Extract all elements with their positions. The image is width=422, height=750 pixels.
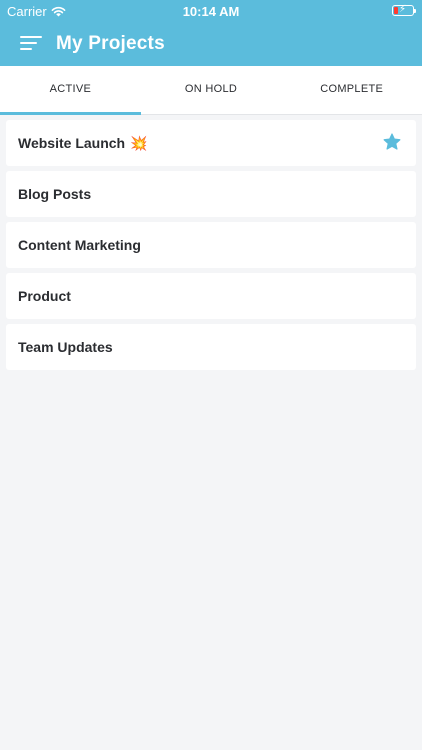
project-name: Product: [18, 288, 71, 304]
project-item-blog-posts[interactable]: Blog Posts: [6, 171, 416, 217]
app-header: Carrier 10:14 AM ⚡ My Projects: [0, 0, 422, 66]
project-list: Website Launch 💥 Blog Posts Content Mark…: [0, 115, 422, 370]
status-time: 10:14 AM: [182, 4, 240, 19]
menu-button[interactable]: [20, 34, 42, 52]
project-item-website-launch[interactable]: Website Launch 💥: [6, 120, 416, 166]
project-name: Team Updates: [18, 339, 113, 355]
tab-complete[interactable]: COMPLETE: [281, 66, 422, 114]
tab-active[interactable]: ACTIVE: [0, 66, 141, 115]
battery-level: [394, 7, 398, 14]
project-name: Blog Posts: [18, 186, 92, 202]
star-icon[interactable]: [382, 132, 402, 152]
page-title: My Projects: [56, 33, 165, 54]
project-item-product[interactable]: Product: [6, 273, 416, 319]
project-item-content-marketing[interactable]: Content Marketing: [6, 222, 416, 268]
tab-on-hold[interactable]: ON HOLD: [141, 66, 282, 114]
project-name: Website Launch: [18, 135, 126, 151]
project-name: Content Marketing: [18, 237, 141, 253]
battery-icon: ⚡: [392, 4, 416, 16]
status-bar: Carrier 10:14 AM ⚡: [0, 0, 422, 22]
collision-emoji-icon: 💥: [130, 134, 148, 151]
charging-bolt-icon: ⚡: [399, 4, 407, 15]
project-status-tabs: ACTIVE ON HOLD COMPLETE: [0, 66, 422, 115]
project-item-team-updates[interactable]: Team Updates: [6, 324, 416, 370]
